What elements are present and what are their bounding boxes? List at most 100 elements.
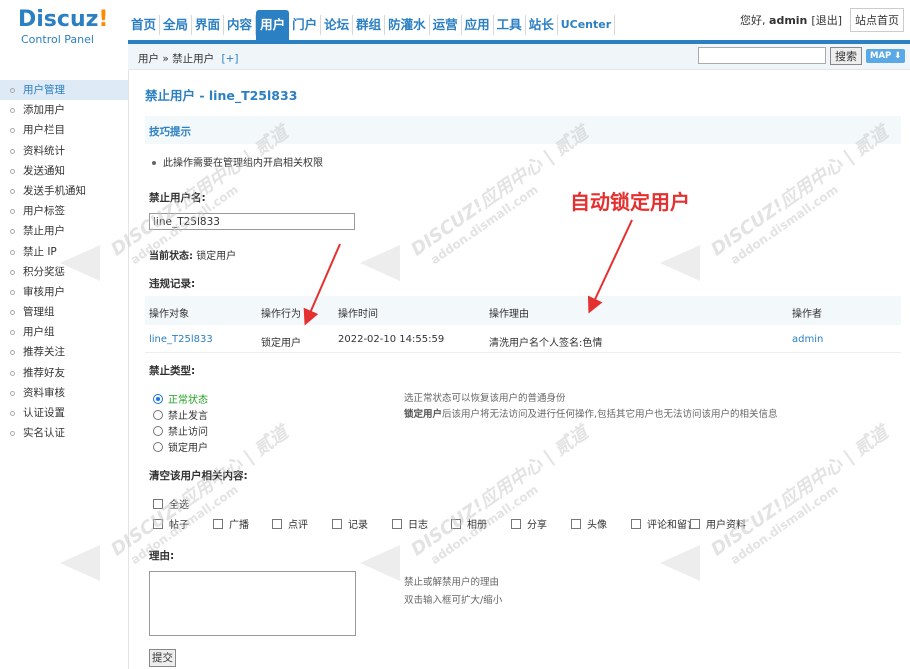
checkbox-comments-messages[interactable]: 评论和留言 (631, 516, 697, 531)
nav-style[interactable]: 界面 (192, 15, 225, 35)
nav-home[interactable]: 首页 (128, 15, 161, 35)
submit-button[interactable]: 提交 (149, 649, 176, 667)
checkbox-blogs[interactable]: 日志 (392, 516, 428, 531)
col-time: 操作时间 (338, 309, 378, 320)
radio-icon[interactable] (153, 425, 163, 436)
checkbox-icon[interactable] (690, 518, 700, 529)
radio-icon[interactable] (153, 409, 163, 420)
sidebar-item-ban-ip[interactable]: 禁止 IP (0, 242, 128, 262)
checkbox-profile[interactable]: 用户资料 (690, 516, 746, 531)
sidebar-item-recommend-friend[interactable]: 推荐好友 (0, 363, 128, 383)
checkbox-avatar[interactable]: 头像 (571, 516, 607, 531)
checkbox-icon[interactable] (631, 518, 641, 529)
checkbox-icon[interactable] (213, 518, 223, 529)
radio-ban-post[interactable]: 禁止发言 (153, 407, 208, 422)
watermark-arrow-icon (360, 245, 400, 281)
sidebar-item-tags[interactable]: 用户标签 (0, 201, 128, 221)
nav-global[interactable]: 全局 (160, 15, 193, 35)
sidebar-item-verify-settings[interactable]: 认证设置 (0, 403, 128, 423)
sidebar-item-sms[interactable]: 发送手机通知 (0, 181, 128, 201)
checkbox-icon[interactable] (332, 518, 342, 529)
page-title: 禁止用户 - line_T25l833 (145, 88, 298, 103)
crumb-user[interactable]: 用户 (138, 53, 159, 65)
radio-selected-icon[interactable] (153, 393, 163, 404)
checkbox-posts[interactable]: 帖子 (153, 516, 189, 531)
sidebar-item-usergroup[interactable]: 用户组 (0, 322, 128, 342)
sidebar-item-members[interactable]: 用户管理 (0, 80, 128, 101)
checkbox-icon[interactable] (153, 498, 163, 509)
sidebar-item-recommend-follow[interactable]: 推荐关注 (0, 342, 128, 362)
reason-label: 理由: (149, 550, 175, 562)
sidebar-item-profile-fields[interactable]: 用户栏目 (0, 120, 128, 140)
map-button[interactable]: MAP ⬇ (866, 49, 906, 63)
nav-ucenter[interactable]: UCenter (558, 15, 616, 35)
sidebar-item-notify[interactable]: 发送通知 (0, 161, 128, 181)
checkbox-icon[interactable] (392, 518, 402, 529)
tips-title: 技巧提示 (149, 126, 191, 138)
reason-textarea[interactable] (149, 571, 356, 636)
nav-founder[interactable]: 站长 (526, 15, 558, 35)
search-button[interactable]: 搜索 (830, 47, 862, 65)
nav-user[interactable]: 用户 (256, 10, 290, 40)
watermark-arrow-icon (660, 245, 700, 281)
records-label: 违规记录: (149, 278, 196, 290)
sidebar-item-ban-user[interactable]: 禁止用户 (0, 221, 128, 241)
sidebar-item-stats[interactable]: 资料统计 (0, 141, 128, 161)
bullet-icon (10, 88, 15, 93)
logout-link[interactable]: [退出] (811, 12, 842, 28)
tip-text: 此操作需要在管理组内开启相关权限 (152, 154, 323, 169)
checkbox-doings[interactable]: 记录 (332, 516, 368, 531)
checkbox-comments[interactable]: 点评 (272, 516, 308, 531)
bullet-icon (10, 148, 15, 154)
sidebar-item-add[interactable]: 添加用户 (0, 100, 128, 120)
checkbox-shares[interactable]: 分享 (511, 516, 547, 531)
nav-safe[interactable]: 防灌水 (385, 15, 430, 35)
nav-plugin[interactable]: 应用 (462, 15, 494, 35)
radio-normal[interactable]: 正常状态 (153, 391, 208, 406)
nav-content[interactable]: 内容 (224, 15, 257, 35)
nav-portal[interactable]: 门户 (289, 15, 322, 35)
watermark-arrow-icon (660, 545, 700, 581)
checkbox-icon[interactable] (451, 518, 461, 529)
add-shortcut-link[interactable]: [+] (221, 53, 238, 65)
breadcrumb: 用户 » 禁止用户 [+] (138, 53, 239, 65)
sidebar-item-credits[interactable]: 积分奖惩 (0, 262, 128, 282)
radio-lock-user[interactable]: 锁定用户 (153, 439, 208, 454)
record-operator-link[interactable]: admin (792, 334, 823, 345)
sidebar-item-realname[interactable]: 实名认证 (0, 423, 128, 443)
nav-group[interactable]: 群组 (353, 15, 386, 35)
checkbox-icon[interactable] (153, 518, 163, 529)
nav-forum[interactable]: 论坛 (321, 15, 354, 35)
discuz-logo[interactable]: Discuz! Control Panel (18, 8, 128, 47)
checkbox-select-all[interactable]: 全选 (153, 496, 189, 511)
nav-extended[interactable]: 运营 (430, 15, 462, 35)
checkbox-albums[interactable]: 相册 (451, 516, 487, 531)
bullet-icon (10, 431, 15, 437)
sub-bar: 用户 » 禁止用户 [+] 搜索 MAP ⬇ (128, 44, 910, 70)
col-action: 操作行为 (261, 309, 301, 320)
bullet-icon (10, 229, 15, 235)
record-target-link[interactable]: line_T25l833 (149, 334, 213, 345)
username-input[interactable]: line_T25l833 (149, 213, 355, 230)
checkbox-icon[interactable] (272, 518, 282, 529)
arrow-to-reason (587, 219, 633, 314)
bullet-icon (10, 350, 15, 356)
checkbox-broadcast[interactable]: 广播 (213, 516, 249, 531)
records-header: 操作对象 操作行为 操作时间 操作理由 操作者 (145, 296, 901, 325)
nav-tools[interactable]: 工具 (494, 15, 526, 35)
sidebar-item-profile-verify[interactable]: 资料审核 (0, 383, 128, 403)
bullet-icon (10, 108, 15, 114)
current-status: 当前状态: 锁定用户 (149, 251, 237, 262)
record-time: 2022-02-10 14:55:59 (338, 334, 445, 345)
sidebar-item-moderate[interactable]: 审核用户 (0, 282, 128, 302)
sidebar-item-admingroup[interactable]: 管理组 (0, 302, 128, 322)
top-nav: 首页 全局 界面 内容 用户 门户 论坛 群组 防灌水 运营 应用 工具 站长 … (128, 10, 616, 40)
radio-ban-visit[interactable]: 禁止访问 (153, 423, 208, 438)
radio-icon[interactable] (153, 441, 163, 452)
col-target: 操作对象 (149, 309, 189, 320)
search-input[interactable] (698, 47, 826, 64)
bullet-icon (10, 289, 15, 295)
checkbox-icon[interactable] (511, 518, 521, 529)
site-home-button[interactable]: 站点首页 (850, 8, 904, 32)
checkbox-icon[interactable] (571, 518, 581, 529)
